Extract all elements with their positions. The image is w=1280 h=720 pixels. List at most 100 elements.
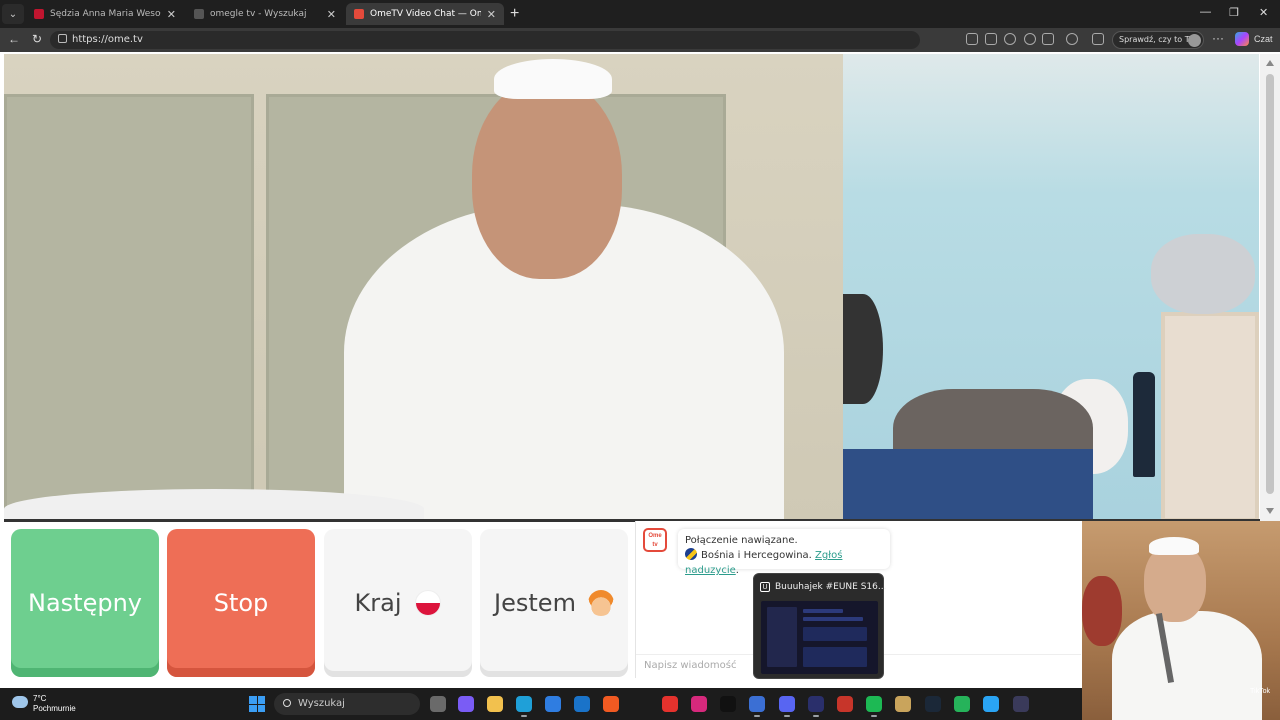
copilot-label[interactable]: Czat [1254, 34, 1273, 44]
browser-tab-active[interactable]: OmeTV Video Chat — Omegle ✕ [346, 3, 504, 25]
tiktok-icon[interactable] [720, 696, 736, 712]
system-message: Połączenie nawiązane. Bośnia i Hercegowi… [678, 529, 890, 576]
close-tab-icon[interactable]: ✕ [167, 8, 176, 21]
tab-title: OmeTV Video Chat — Omegle [370, 9, 481, 19]
boy-emoji-icon [587, 590, 614, 616]
tracking-icon[interactable] [1004, 33, 1016, 45]
shirt [843, 449, 1093, 522]
tab-favicon-icon [354, 9, 364, 19]
edge-icon[interactable] [516, 696, 532, 717]
browser-tab-bar: ⌄ Sędzia Anna Maria Wesołowska o ✕ omegl… [0, 0, 1280, 28]
taskbar-search[interactable]: Wyszukaj [274, 693, 420, 715]
minimize-icon[interactable]: — [1200, 6, 1211, 18]
stop-button[interactable]: Stop [167, 529, 315, 677]
message-input-placeholder: Napisz wiadomość [644, 660, 737, 671]
partner-country: Bośnia i Hercegowina. [701, 550, 812, 561]
preview-thumbnail[interactable] [761, 601, 878, 674]
obs-icon[interactable] [1013, 696, 1029, 712]
bolt-app-icon[interactable] [983, 696, 999, 712]
media-icon[interactable] [1042, 33, 1054, 45]
messenger-app-icon[interactable] [954, 696, 970, 712]
u-gg-icon: U [760, 582, 770, 592]
bottle [1133, 372, 1155, 477]
more-options-icon[interactable]: ··· [1212, 31, 1224, 45]
tab-favicon-icon [194, 9, 204, 19]
copilot-icon[interactable] [1235, 32, 1249, 46]
address-bar[interactable]: https://ome.tv [50, 31, 920, 49]
task-view-icon[interactable] [430, 696, 446, 712]
wall-panel [4, 94, 254, 522]
country-label: Kraj [354, 589, 402, 617]
gender-button[interactable]: Jestem [480, 529, 628, 677]
tab-actions-menu-icon[interactable]: ⌄ [2, 4, 24, 24]
gender-label: Jestem [494, 589, 576, 617]
refresh-icon[interactable]: ↻ [32, 32, 42, 46]
background-person [1082, 576, 1122, 646]
u-gg-icon[interactable] [808, 696, 824, 717]
search-icon [283, 699, 291, 707]
favorite-star-icon[interactable] [1024, 33, 1036, 45]
instagram-icon[interactable] [691, 696, 707, 712]
remote-video [4, 54, 843, 522]
weather-widget[interactable]: 7°C Pochmurnie [33, 694, 76, 714]
extensions-icon[interactable] [1066, 33, 1078, 45]
outlook-icon[interactable] [574, 696, 590, 712]
ometv-logo-icon: Ome tv [643, 528, 667, 552]
stop-label: Stop [213, 589, 269, 617]
spotify-icon[interactable] [866, 696, 882, 717]
copilot-icon[interactable] [458, 696, 474, 712]
close-tab-icon[interactable]: ✕ [487, 8, 496, 21]
taskbar-search-label: Wyszukaj [298, 698, 345, 709]
tab-favicon-icon [34, 9, 44, 19]
discord-icon[interactable] [779, 696, 795, 717]
new-tab-icon[interactable]: + [510, 5, 519, 23]
speaker [843, 294, 883, 404]
file-explorer-icon[interactable] [487, 696, 503, 712]
weather-desc: Pochmurnie [33, 704, 76, 713]
scroll-up-icon[interactable] [1266, 60, 1274, 66]
poland-flag-icon [415, 590, 442, 616]
person-face [472, 79, 622, 279]
league-icon[interactable] [895, 696, 911, 712]
news-app-icon[interactable] [749, 696, 765, 717]
close-tab-icon[interactable]: ✕ [327, 8, 336, 21]
brave-icon[interactable] [603, 696, 619, 712]
next-button[interactable]: Następny [11, 529, 159, 677]
url-text: https://ome.tv [72, 34, 143, 45]
game-app-icon[interactable] [837, 696, 853, 712]
steam-icon[interactable] [925, 696, 941, 712]
lock-icon [58, 34, 67, 43]
wps-icon[interactable] [662, 696, 678, 712]
avatar [1188, 34, 1201, 47]
profile-label: Sprawdź, czy to Ty [1119, 35, 1194, 44]
close-window-icon[interactable]: ✕ [1259, 6, 1268, 19]
scrollbar[interactable] [1260, 54, 1280, 522]
bosnia-flag-icon [685, 548, 697, 560]
windows-start-icon[interactable] [249, 696, 265, 712]
browser-tab[interactable]: Sędzia Anna Maria Wesołowska o ✕ [26, 3, 184, 25]
translate-icon[interactable] [985, 33, 997, 45]
scrollbar-thumb[interactable] [1266, 74, 1274, 494]
store-icon[interactable] [545, 696, 561, 712]
browser-tab[interactable]: omegle tv - Wyszukaj ✕ [186, 3, 344, 25]
taskbar-window-preview[interactable]: U Buuuhajek #EUNE S16... [753, 573, 887, 679]
restore-icon[interactable]: ❐ [1229, 6, 1239, 19]
weather-temp: 7°C [33, 694, 47, 703]
tiktok-watermark: TikTok [1250, 688, 1270, 695]
person-face [1144, 544, 1206, 622]
country-button[interactable]: Kraj [324, 529, 472, 677]
tab-title: Sędzia Anna Maria Wesołowska o [50, 9, 161, 19]
favorites-icon[interactable] [1092, 33, 1104, 45]
scroll-down-icon[interactable] [1266, 508, 1274, 514]
weather-cloud-icon[interactable] [12, 696, 28, 708]
profile-button[interactable]: Sprawdź, czy to Ty [1112, 31, 1204, 49]
preview-title: Buuuhajek #EUNE S16... [775, 582, 887, 592]
status-message: Połączenie nawiązane. [685, 535, 798, 546]
next-label: Następny [28, 589, 142, 617]
zucchetto [494, 59, 612, 99]
own-camera-video [843, 54, 1259, 522]
tab-title: omegle tv - Wyszukaj [210, 9, 307, 19]
back-icon[interactable]: ← [8, 32, 20, 46]
app-available-icon[interactable] [966, 33, 978, 45]
bookshelf [1161, 312, 1259, 522]
